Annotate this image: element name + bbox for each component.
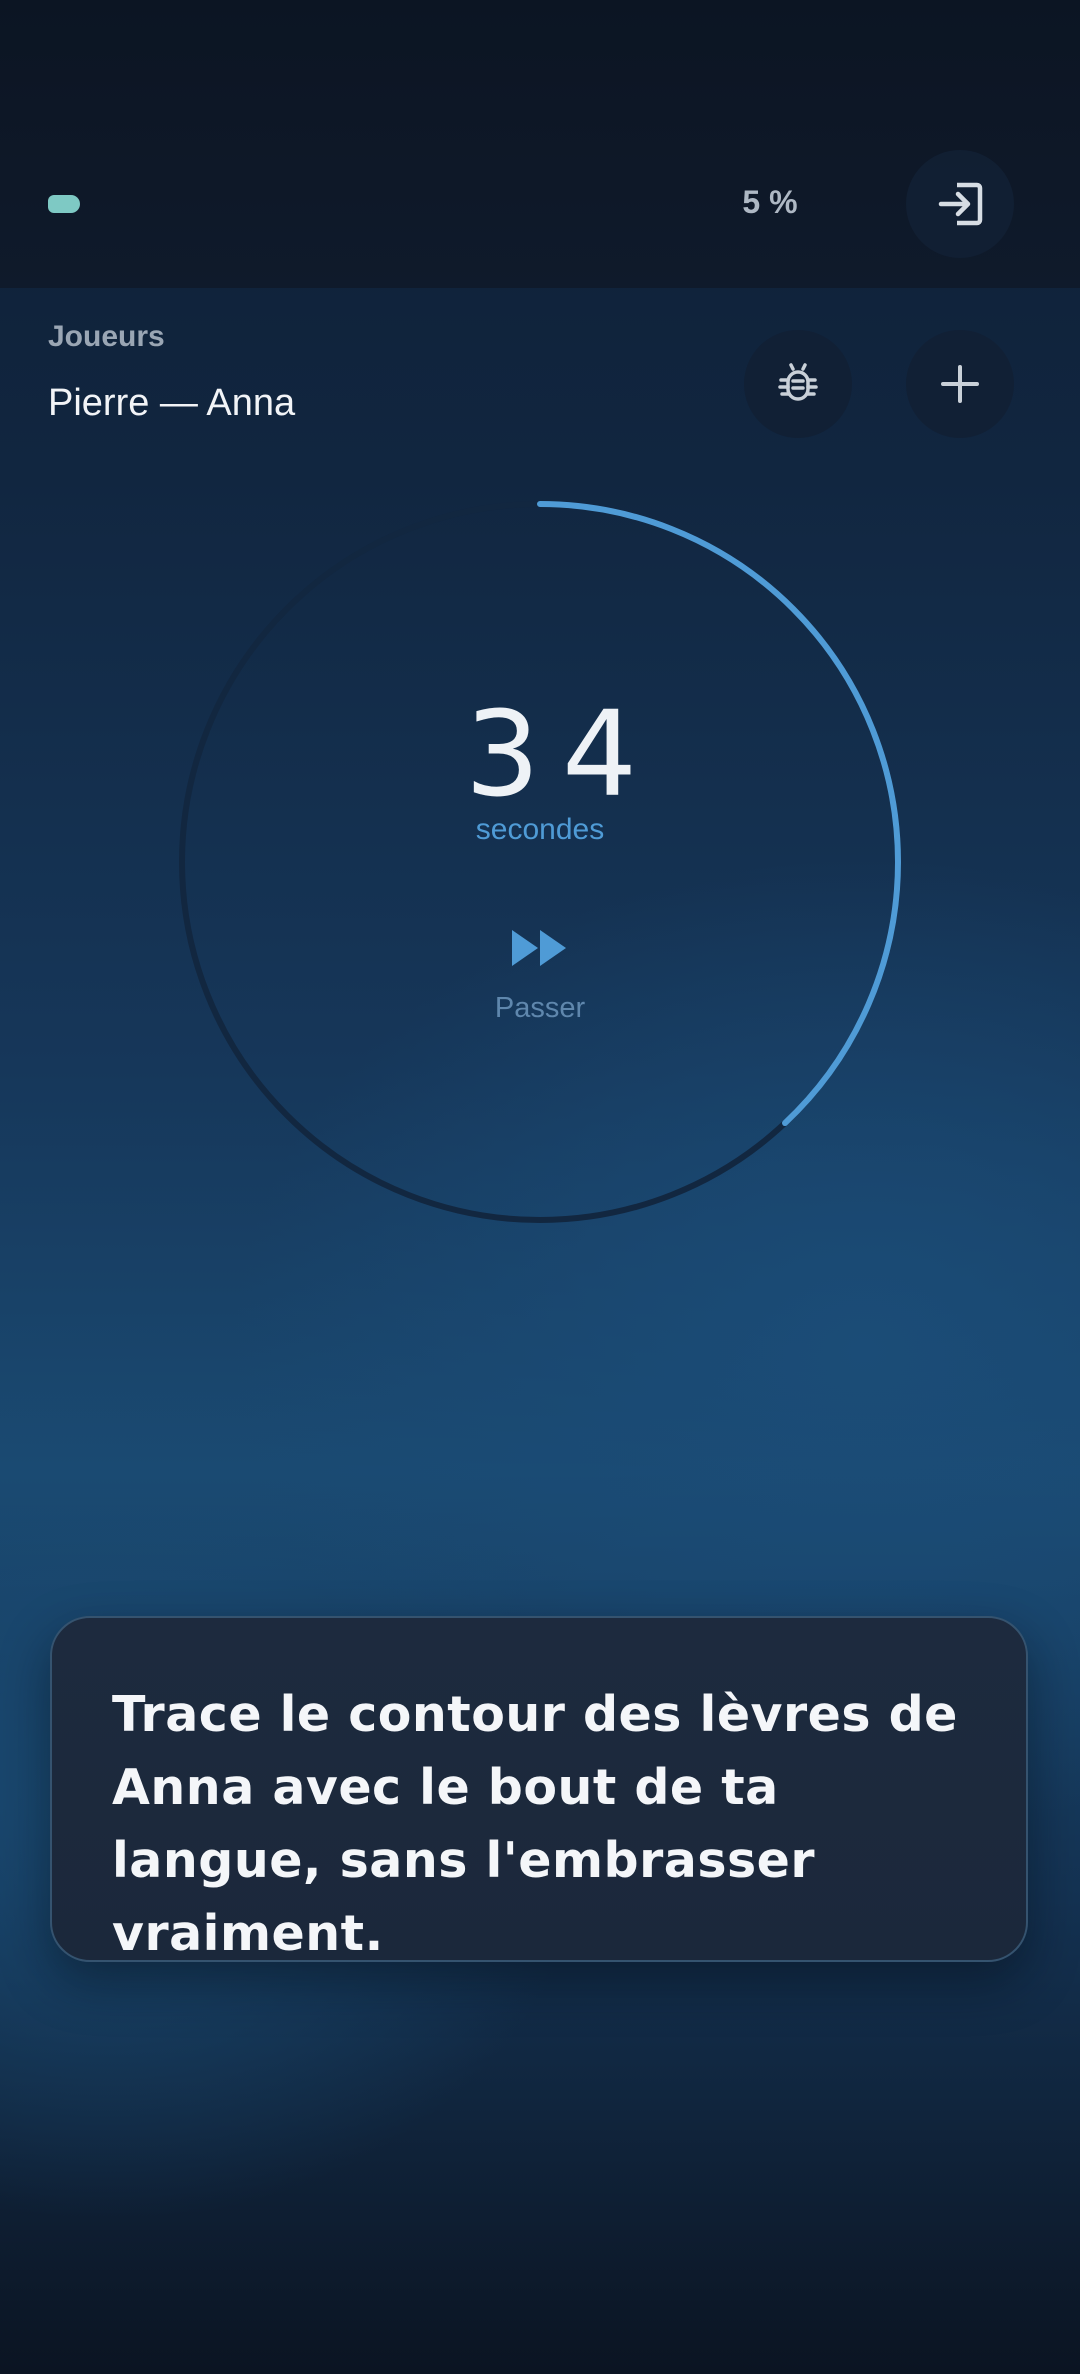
timer-seconds: 34 [464,685,660,823]
timer-ring [179,501,901,1223]
challenge-text: Trace le contour des lèvres de Anna avec… [112,1686,958,1962]
timer-ring-track [179,501,901,1223]
timer-unit: secondes [475,813,605,846]
skip-button[interactable]: Passer [420,992,660,1025]
fast-forward-icon[interactable] [510,928,572,973]
timer: 34 secondes Passer [0,0,1080,1300]
challenge-card: Trace le contour des lèvres de Anna avec… [50,1616,1028,1962]
timer-ring-progress [179,501,901,1223]
